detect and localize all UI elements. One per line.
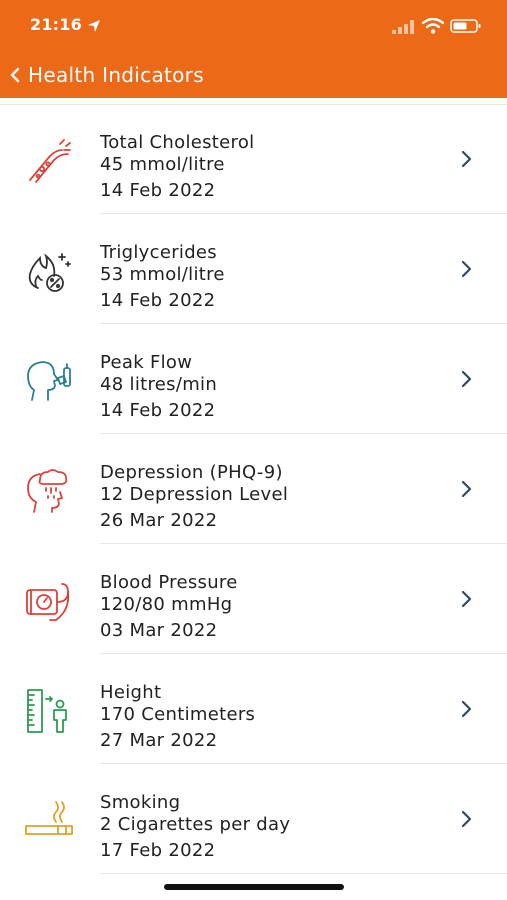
indicator-row-height[interactable]: Height 170 Centimeters 27 Mar 2022 <box>0 654 507 764</box>
peak-flow-icon <box>27 361 71 401</box>
indicator-name: Depression (PHQ-9) <box>100 462 283 483</box>
indicator-value: 120/80 mmHg <box>100 594 233 615</box>
indicator-date: 27 Mar 2022 <box>100 730 218 751</box>
indicator-value: 170 Centimeters <box>100 704 256 725</box>
chevron-right-icon <box>461 810 472 828</box>
row-divider <box>100 873 507 874</box>
home-indicator[interactable] <box>164 884 344 890</box>
indicator-row-depression[interactable]: Depression (PHQ-9) 12 Depression Level 2… <box>0 434 507 544</box>
chevron-right-icon <box>461 260 472 278</box>
status-bar: 21:16 <box>0 0 507 52</box>
chevron-right-icon <box>461 590 472 608</box>
status-time: 21:16 <box>30 15 82 34</box>
chevron-right-icon <box>461 480 472 498</box>
indicator-value: 12 Depression Level <box>100 484 289 505</box>
indicator-value: 53 mmol/litre <box>100 264 225 285</box>
wifi-icon <box>422 18 444 34</box>
indicator-date: 14 Feb 2022 <box>100 290 216 311</box>
navigation-bar: Health Indicators <box>0 56 507 94</box>
indicator-name: Peak Flow <box>100 352 193 373</box>
indicator-row-blood-pressure[interactable]: Blood Pressure 120/80 mmHg 03 Mar 2022 <box>0 544 507 654</box>
cellular-signal-icon <box>392 20 414 34</box>
indicator-row-total-cholesterol[interactable]: Total Cholesterol 45 mmol/litre 14 Feb 2… <box>0 104 507 214</box>
indicator-row-peak-flow[interactable]: Peak Flow 48 litres/min 14 Feb 2022 <box>0 324 507 434</box>
health-indicator-list: Total Cholesterol 45 mmol/litre 14 Feb 2… <box>0 104 507 874</box>
cholesterol-icon <box>29 139 71 183</box>
location-arrow-icon <box>88 20 100 32</box>
chevron-right-icon <box>461 370 472 388</box>
indicator-value: 48 litres/min <box>100 374 218 395</box>
indicator-row-smoking[interactable]: Smoking 2 Cigarettes per day 17 Feb 2022 <box>0 764 507 874</box>
indicator-date: 26 Mar 2022 <box>100 510 218 531</box>
indicator-value: 45 mmol/litre <box>100 154 225 175</box>
triglycerides-icon <box>28 253 71 292</box>
chevron-left-icon <box>10 67 20 83</box>
indicator-date: 14 Feb 2022 <box>100 400 216 421</box>
indicator-name: Triglycerides <box>100 242 217 263</box>
back-button[interactable]: Health Indicators <box>8 56 204 94</box>
chevron-right-icon <box>461 150 472 168</box>
chevron-right-icon <box>461 700 472 718</box>
indicator-date: 03 Mar 2022 <box>100 620 218 641</box>
indicator-name: Total Cholesterol <box>100 132 255 153</box>
depression-icon <box>27 469 68 513</box>
app-header: 21:16 Health Indicators <box>0 0 507 98</box>
page-title: Health Indicators <box>28 63 204 87</box>
smoking-icon <box>25 801 73 835</box>
battery-icon <box>450 19 481 33</box>
indicator-name: Blood Pressure <box>100 572 238 593</box>
indicator-row-triglycerides[interactable]: Triglycerides 53 mmol/litre 14 Feb 2022 <box>0 214 507 324</box>
indicator-name: Height <box>100 682 162 703</box>
indicator-date: 14 Feb 2022 <box>100 180 216 201</box>
indicator-name: Smoking <box>100 792 181 813</box>
indicator-date: 17 Feb 2022 <box>100 840 216 861</box>
height-icon <box>27 689 67 733</box>
blood-pressure-icon <box>26 583 70 621</box>
indicator-value: 2 Cigarettes per day <box>100 814 291 835</box>
